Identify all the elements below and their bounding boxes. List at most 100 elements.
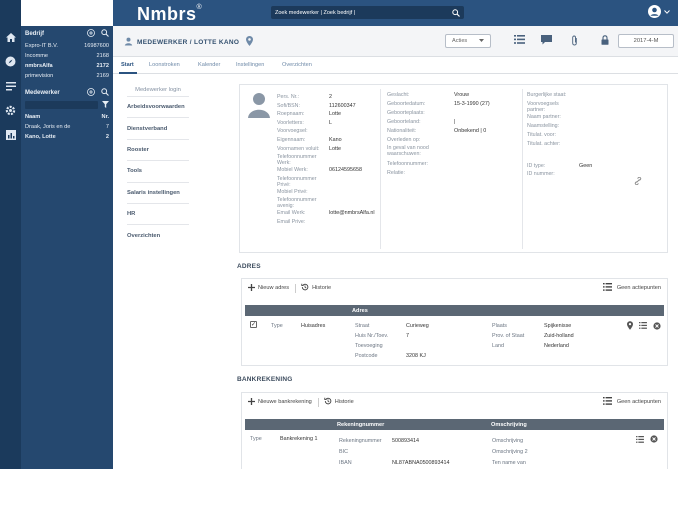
chart-icon[interactable] [4,128,17,141]
delete-icon[interactable] [650,435,658,445]
no-action-items-label[interactable]: Geen actiepunten [617,399,661,405]
address-row-checkbox[interactable]: ✓ [250,321,257,328]
gear-icon[interactable] [4,104,17,117]
field-value: 06124595658 [329,167,362,174]
tab-bar: Start Loonstroken Kalender Instellingen … [113,57,678,74]
tab-loonstroken[interactable]: Loonstroken [149,62,180,68]
field-label: Geslacht: [387,92,410,98]
field-label: Geboorteplaats: [387,109,425,116]
new-address-label: Nieuw adres [258,285,290,291]
page-title-text: MEDEWERKER / LOTTE KANO [137,38,240,46]
page-title: MEDEWERKER / LOTTE KANO [124,36,254,48]
compass-icon[interactable] [4,55,17,68]
column-divider [380,89,381,249]
address-column-header: Adres [352,308,368,314]
attachment-icon[interactable] [571,35,578,48]
add-employee-icon[interactable] [87,87,95,98]
address-history-button[interactable]: Historie [301,283,331,293]
field-value: 7 [406,333,409,339]
list-view-icon[interactable] [514,35,525,46]
field-value: NL87ABNA0500893414 [392,460,450,466]
field-label: Voorvoegsels partner: [527,100,559,113]
tab-overzichten[interactable]: Overzichten [282,62,312,68]
nav-arbeidsvoorwaarden[interactable]: Arbeidsvoorwaarden [127,97,189,119]
user-avatar-icon [648,5,661,20]
address-card: Nieuw adres Historie Geen actiepunten Ad… [241,278,668,366]
search-employee-icon[interactable] [101,87,109,98]
column-divider [522,89,523,249]
details-list-icon[interactable] [636,435,644,445]
list-icon[interactable] [4,80,17,93]
delete-icon[interactable] [653,321,661,332]
company-list-item[interactable]: primevision 2169 [21,71,113,81]
field-value: 112600347 [329,102,356,109]
tab-start[interactable]: Start [121,62,134,68]
search-icon[interactable] [452,8,460,17]
field-label: Roepnaam: [277,111,305,118]
person-icon [124,37,133,48]
field-label: Ten name van [492,460,526,466]
company-list-item[interactable]: Expro-IT B.V. 16987600 [21,41,113,51]
field-label: Pers. Nr.: [277,94,300,100]
field-value: Spijkenisse [544,323,572,329]
tab-kalender[interactable]: Kalender [198,62,220,68]
nav-tools[interactable]: Tools [127,161,189,183]
nav-medewerker-login[interactable]: Medewerker login [127,84,189,97]
field-label: Overleden op: [387,136,421,143]
field-label: Naamstelling: [527,122,560,129]
field-label: Geboorteland: [387,118,421,125]
user-menu[interactable] [648,5,670,20]
filter-icon[interactable] [102,100,109,110]
new-address-button[interactable]: Nieuw adres [248,283,290,293]
company-list-item[interactable]: Incomme 2168 [21,51,113,61]
employee-name: Kano, Lotte [25,134,56,140]
employee-filter-input[interactable] [25,101,98,109]
bank-history-button[interactable]: Historie [324,397,354,407]
field-label: Burgerlijke staat: [527,92,567,98]
field-label: Toevoeging [355,343,383,349]
new-bank-account-button[interactable]: Nieuwe bankrekening [248,397,312,407]
column-name: Naam [25,114,41,120]
top-bar: Nmbrs® Zoek medewerker | Zoek bedrijf | [113,0,678,26]
field-value: 3208 KJ [406,353,426,359]
address-row-actions [627,321,661,332]
tab-instellingen[interactable]: Instellingen [236,62,264,68]
actions-list-icon[interactable] [602,283,612,293]
app-window: Bedrijf Expro-IT B.V. 16987600 Incomme 216… [0,0,678,469]
field-label: Huis Nr./Toev. [355,333,389,339]
period-selector[interactable]: 2017-4-M [618,34,674,48]
actions-dropdown[interactable]: Acties [445,34,491,48]
search-company-icon[interactable] [101,28,109,39]
no-action-items-label[interactable]: Geen actiepunten [617,285,661,291]
location-pin-icon[interactable] [246,36,254,48]
bank-row-actions [636,435,658,445]
employee-header-label: Medewerker [25,89,60,96]
global-search-input[interactable]: Zoek medewerker | Zoek bedrijf | [271,6,464,19]
nav-overzichten[interactable]: Overzichten [127,225,189,246]
link-icon[interactable] [634,176,642,187]
field-label: Telefoonnummer: [387,161,428,168]
address-toolbar: Nieuw adres Historie Geen actiepunten [242,279,667,297]
comment-icon[interactable] [541,35,552,47]
employee-list-item[interactable]: Draak, Joris en de 7 [21,122,113,132]
lock-icon[interactable] [601,35,609,47]
nav-rooster[interactable]: Rooster [127,140,189,162]
actions-list-icon[interactable] [602,397,612,407]
home-icon[interactable] [4,31,17,44]
nmbrs-logo[interactable]: Nmbrs® [137,4,202,25]
field-label: BIC [339,449,348,455]
employee-name: Draak, Joris en de [25,124,71,130]
nav-dienstverband[interactable]: Dienstverband [127,118,189,140]
company-list-item-active[interactable]: nmbrsAlfa 2172 [21,61,113,71]
company-value: 2168 [96,53,109,59]
employee-list-item-active[interactable]: Kano, Lotte 2 [21,132,113,142]
add-company-icon[interactable] [87,28,95,39]
field-value: Zuid-holland [544,333,574,339]
company-value: 2172 [96,63,109,69]
field-label: Mobiel Werk: [277,167,308,174]
field-label: Geboortedatum: [387,100,426,107]
nav-hr[interactable]: HR [127,204,189,226]
map-pin-icon[interactable] [627,321,633,332]
nav-salaris-instellingen[interactable]: Salaris instellingen [127,183,189,204]
details-list-icon[interactable] [639,322,647,331]
